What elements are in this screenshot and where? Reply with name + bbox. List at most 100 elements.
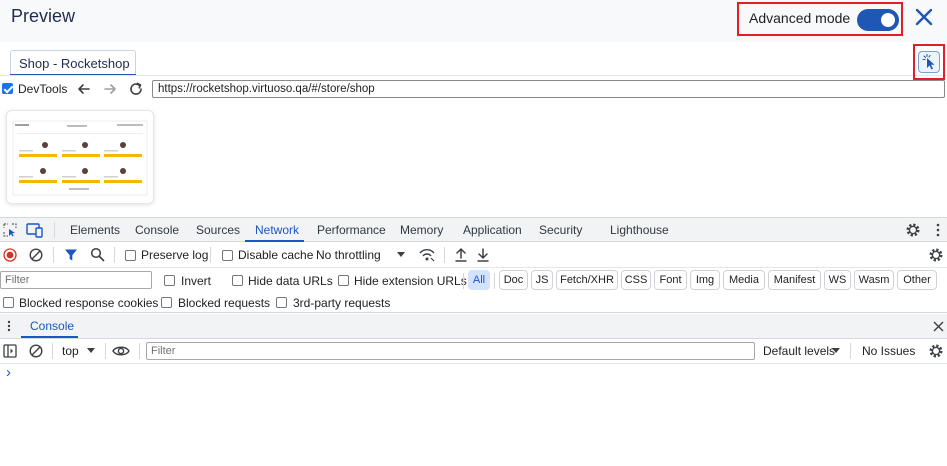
network-filter-bar: Filter Invert Hide data URLs Hide extens…: [0, 268, 947, 293]
devtools-checkbox[interactable]: [2, 83, 13, 94]
type-filter-all[interactable]: All: [468, 270, 490, 290]
log-levels-select[interactable]: Default levels: [763, 342, 843, 360]
divider: [54, 222, 55, 238]
drawer-close-icon[interactable]: [933, 321, 944, 332]
browser-toolbar: DevTools https://rocketshop.virtuoso.qa/…: [0, 77, 947, 101]
throttling-select[interactable]: No throttling: [316, 246, 410, 264]
gear-icon[interactable]: [905, 222, 921, 238]
tab-memory[interactable]: Memory: [400, 223, 443, 237]
devtools-tab-bar: Elements Console Sources Network Perform…: [0, 217, 947, 242]
record-icon[interactable]: [3, 248, 17, 262]
inspect-element-icon[interactable]: [3, 223, 17, 237]
device-toolbar-icon[interactable]: [26, 222, 44, 238]
divider: [444, 247, 445, 263]
type-filter-fetch-xhr[interactable]: Fetch/XHR: [556, 270, 618, 290]
cursor-click-icon: [922, 53, 935, 70]
network-settings-gear-icon[interactable]: [928, 247, 944, 263]
type-filter-ws[interactable]: WS: [824, 270, 851, 290]
hide-data-urls-label: Hide data URLs: [248, 274, 333, 288]
disable-cache-checkbox[interactable]: [222, 250, 233, 261]
hide-data-urls-checkbox[interactable]: [232, 275, 243, 286]
third-party-requests-checkbox[interactable]: [276, 297, 287, 308]
type-filter-css[interactable]: CSS: [621, 270, 651, 290]
type-filter-manifest[interactable]: Manifest: [768, 270, 821, 290]
url-field[interactable]: https://rocketshop.virtuoso.qa/#/store/s…: [152, 80, 945, 98]
type-filter-img[interactable]: Img: [690, 270, 720, 290]
type-filter-media[interactable]: Media: [723, 270, 765, 290]
console-settings-gear-icon[interactable]: [928, 343, 944, 359]
invert-checkbox[interactable]: [164, 275, 175, 286]
context-select[interactable]: top: [62, 342, 98, 360]
back-arrow-icon[interactable]: [76, 81, 92, 97]
preview-tab-bar: Shop - Rocketshop: [0, 42, 947, 80]
more-options-icon[interactable]: [935, 223, 941, 237]
tab-console[interactable]: Console: [135, 223, 179, 237]
filter-icon[interactable]: [64, 248, 78, 262]
tab-security[interactable]: Security: [539, 223, 582, 237]
clear-console-icon[interactable]: [29, 344, 43, 358]
forward-arrow-icon[interactable]: [102, 81, 118, 97]
chevron-down-icon: [87, 348, 95, 353]
preserve-log-checkbox[interactable]: [125, 250, 136, 261]
tab-shop-rocketshop[interactable]: Shop - Rocketshop: [10, 50, 136, 76]
drawer-tab-console-label: Console: [30, 319, 75, 333]
divider: [850, 343, 851, 359]
tab-lighthouse[interactable]: Lighthouse: [610, 223, 669, 237]
toggle-knob: [881, 13, 895, 27]
chevron-down-icon: [832, 348, 840, 353]
type-filter-other[interactable]: Other: [897, 270, 937, 290]
live-expression-eye-icon[interactable]: [112, 344, 130, 358]
blocked-response-cookies-checkbox[interactable]: [3, 297, 14, 308]
advanced-mode-toggle[interactable]: [857, 9, 899, 31]
download-icon[interactable]: [476, 247, 490, 263]
element-picker-button[interactable]: [918, 51, 940, 73]
divider: [52, 343, 53, 359]
drawer-tab-console[interactable]: Console: [21, 314, 78, 339]
tab-sources[interactable]: Sources: [196, 223, 240, 237]
sidebar-toggle-icon[interactable]: [3, 344, 17, 358]
blocked-response-cookies-label: Blocked response cookies: [19, 296, 159, 310]
third-party-requests-label: 3rd-party requests: [293, 296, 391, 310]
chevron-down-icon: [397, 252, 405, 257]
issues-count[interactable]: No Issues: [862, 344, 915, 358]
network-filter-input[interactable]: Filter: [0, 271, 152, 289]
drawer-tab-bar: Console: [0, 314, 947, 339]
divider: [105, 343, 106, 359]
tab-performance[interactable]: Performance: [317, 223, 386, 237]
clear-icon[interactable]: [29, 248, 43, 262]
type-filter-doc[interactable]: Doc: [499, 270, 528, 290]
tab-elements[interactable]: Elements: [70, 223, 120, 237]
network-toolbar: Preserve log Disable cache No throttling: [0, 242, 947, 268]
type-filter-font[interactable]: Font: [654, 270, 687, 290]
console-filter-input[interactable]: Filter: [146, 342, 755, 360]
divider: [53, 247, 54, 263]
close-icon[interactable]: [912, 5, 936, 29]
divider: [114, 247, 115, 263]
invert-label: Invert: [181, 274, 212, 288]
divider: [210, 247, 211, 263]
tab-network[interactable]: Network: [255, 223, 299, 237]
preserve-log-label: Preserve log: [141, 248, 209, 262]
type-filter-js[interactable]: JS: [531, 270, 553, 290]
divider: [463, 273, 464, 289]
advanced-mode-label: Advanced mode: [749, 10, 851, 26]
reload-icon[interactable]: [128, 81, 144, 97]
blocked-requests-checkbox[interactable]: [161, 297, 172, 308]
upload-icon[interactable]: [454, 247, 468, 263]
devtools-label: DevTools: [18, 82, 68, 96]
disable-cache-label: Disable cache: [238, 248, 314, 262]
search-icon[interactable]: [90, 247, 105, 262]
network-conditions-icon[interactable]: [418, 247, 436, 263]
type-filter-wasm[interactable]: Wasm: [854, 270, 894, 290]
drawer-menu-icon[interactable]: [7, 320, 11, 332]
divider: [494, 273, 495, 289]
divider: [139, 343, 140, 359]
hide-extension-urls-checkbox[interactable]: [338, 275, 349, 286]
page-preview-image: [12, 120, 148, 196]
hide-extension-urls-label: Hide extension URLs: [354, 274, 467, 288]
page-title: Preview: [11, 6, 76, 26]
active-tab-indicator: [21, 336, 78, 338]
tab-application[interactable]: Application: [463, 223, 522, 237]
console-prompt[interactable]: ›: [6, 364, 11, 381]
page-thumbnail[interactable]: [6, 110, 154, 204]
